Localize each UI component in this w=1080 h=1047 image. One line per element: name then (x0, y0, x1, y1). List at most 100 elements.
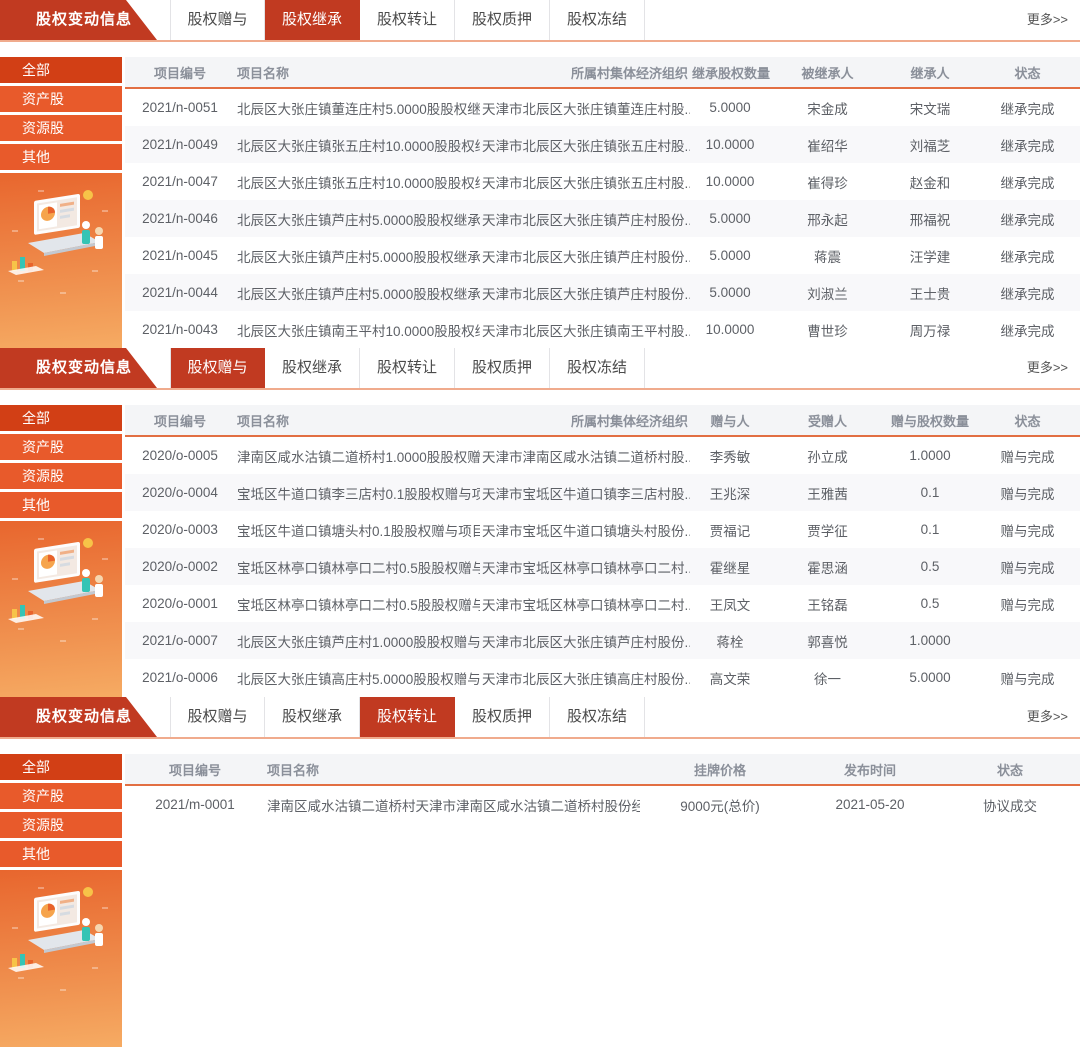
tab-股权转让[interactable]: 股权转让 (360, 348, 455, 388)
table-row[interactable]: 2021/n-0045北辰区大张庄镇芦庄村5.0000股股权继承...天津市北辰… (125, 237, 1080, 274)
table-row[interactable]: 2021/n-0046北辰区大张庄镇芦庄村5.0000股股权继承...天津市北辰… (125, 200, 1080, 237)
sidebar-item-资源股[interactable]: 资源股 (0, 463, 122, 489)
tab-股权冻结[interactable]: 股权冻结 (550, 0, 645, 40)
sidebar-item-资产股[interactable]: 资产股 (0, 86, 122, 112)
table-cell: 继承完成 (975, 126, 1080, 163)
table-row[interactable]: 2021/n-0049北辰区大张庄镇张五庄村10.0000股股权继...天津市北… (125, 126, 1080, 163)
sidebar-item-资产股[interactable]: 资产股 (0, 783, 122, 809)
table-cell: 赠与完成 (975, 436, 1080, 474)
section-body: 全部资产股资源股其他 (0, 390, 1080, 697)
table-cell: 天津市北辰区大张庄镇高庄村股份... (480, 659, 690, 696)
column-header-项目名称: 项目名称 (265, 754, 640, 785)
tab-股权质押[interactable]: 股权质押 (455, 348, 550, 388)
section-ribbon: 股权变动信息 (0, 348, 160, 388)
sidebar-item-其他[interactable]: 其他 (0, 144, 122, 170)
table-cell: 王凤文 (690, 585, 770, 622)
table-row[interactable]: 2020/o-0001宝坻区林亭口镇林亭口二村0.5股股权赠与...天津市宝坻区… (125, 585, 1080, 622)
table-cell: 天津市北辰区大张庄镇芦庄村股份... (480, 237, 690, 274)
sidebar-item-全部[interactable]: 全部 (0, 754, 122, 780)
tab-股权转让[interactable]: 股权转让 (360, 0, 455, 40)
table-row[interactable]: 2021/o-0006北辰区大张庄镇高庄村5.0000股股权赠与...天津市北辰… (125, 659, 1080, 696)
tab-股权转让[interactable]: 股权转让 (360, 697, 455, 737)
table-row[interactable]: 2021/n-0043北辰区大张庄镇南王平村10.0000股股权继...天津市北… (125, 311, 1080, 348)
tab-股权赠与[interactable]: 股权赠与 (170, 348, 265, 388)
sidebar-nav: 全部资产股资源股其他 (0, 754, 122, 870)
sidebar-item-全部[interactable]: 全部 (0, 405, 122, 431)
sidebar-item-资源股[interactable]: 资源股 (0, 115, 122, 141)
table-cell: 赠与完成 (975, 585, 1080, 622)
table-cell: 天津市宝坻区林亭口镇林亭口二村... (480, 548, 690, 585)
section-header: 股权变动信息 股权赠与股权继承股权转让股权质押股权冻结 更多>> (0, 348, 1080, 390)
table-row[interactable]: 2021/n-0044北辰区大张庄镇芦庄村5.0000股股权继承...天津市北辰… (125, 274, 1080, 311)
tab-股权冻结[interactable]: 股权冻结 (550, 348, 645, 388)
table-cell: 10.0000 (690, 311, 770, 348)
illustration-svg (0, 173, 122, 333)
table-cell: 10.0000 (690, 163, 770, 200)
table-cell: 协议成交 (940, 785, 1080, 823)
sidebar-item-其他[interactable]: 其他 (0, 492, 122, 518)
sidebar-item-其他[interactable]: 其他 (0, 841, 122, 867)
column-header-继承人: 继承人 (885, 57, 975, 88)
table-cell (975, 622, 1080, 659)
column-header-继承股权数量: 继承股权数量 (690, 57, 770, 88)
table-cell: 5.0000 (690, 200, 770, 237)
table-cell: 天津市北辰区大张庄镇张五庄村股... (480, 163, 690, 200)
column-header-被继承人: 被继承人 (770, 57, 885, 88)
table-cell: 0.5 (885, 548, 975, 585)
table-row[interactable]: 2021/o-0007北辰区大张庄镇芦庄村1.0000股股权赠与...天津市北辰… (125, 622, 1080, 659)
table-cell: 2021/n-0051 (125, 88, 235, 126)
table-cell: 10.0000 (690, 126, 770, 163)
table-row[interactable]: 2020/o-0003宝坻区牛道口镇塘头村0.1股股权赠与项目天津市宝坻区牛道口… (125, 511, 1080, 548)
section-equity-transfer: 股权变动信息 股权赠与股权继承股权转让股权质押股权冻结 更多>> 全部资产股资源… (0, 697, 1080, 1047)
equity-transfer-table: 项目编号项目名称挂牌价格发布时间状态2021/m-0001津南区咸水沽镇二道桥村… (125, 754, 1080, 823)
table-cell: 霍思涵 (770, 548, 885, 585)
table-row[interactable]: 2020/o-0002宝坻区林亭口镇林亭口二村0.5股股权赠与...天津市宝坻区… (125, 548, 1080, 585)
tab-bar: 股权赠与股权继承股权转让股权质押股权冻结 (170, 0, 1080, 40)
table-cell: 王雅茜 (770, 474, 885, 511)
table-cell: 天津市津南区咸水沽镇二道桥村股... (480, 436, 690, 474)
column-header-状态: 状态 (975, 405, 1080, 436)
table-cell: 刘福芝 (885, 126, 975, 163)
tab-股权继承[interactable]: 股权继承 (265, 697, 360, 737)
table-cell: 宝坻区牛道口镇塘头村0.1股股权赠与项目 (235, 511, 480, 548)
sidebar-item-全部[interactable]: 全部 (0, 57, 122, 83)
tab-股权赠与[interactable]: 股权赠与 (170, 0, 265, 40)
table-row[interactable]: 2020/o-0004宝坻区牛道口镇李三店村0.1股股权赠与项目天津市宝坻区牛道… (125, 474, 1080, 511)
table-cell: 继承完成 (975, 88, 1080, 126)
column-header-赠与股权数量: 赠与股权数量 (885, 405, 975, 436)
sidebar-item-资源股[interactable]: 资源股 (0, 812, 122, 838)
tab-股权质押[interactable]: 股权质押 (455, 697, 550, 737)
table-cell: 2021/n-0049 (125, 126, 235, 163)
tab-股权冻结[interactable]: 股权冻结 (550, 697, 645, 737)
tab-股权继承[interactable]: 股权继承 (265, 0, 360, 40)
tab-股权质押[interactable]: 股权质押 (455, 0, 550, 40)
table-cell: 继承完成 (975, 274, 1080, 311)
table-cell: 5.0000 (690, 274, 770, 311)
sidebar-nav: 全部资产股资源股其他 (0, 57, 122, 173)
table-row[interactable]: 2021/n-0051北辰区大张庄镇董连庄村5.0000股股权继...天津市北辰… (125, 88, 1080, 126)
table-cell: 继承完成 (975, 163, 1080, 200)
table-cell: 2021-05-20 (800, 785, 940, 823)
table-row[interactable]: 2020/o-0005津南区咸水沽镇二道桥村1.0000股股权赠...天津市津南… (125, 436, 1080, 474)
more-link[interactable]: 更多>> (1027, 348, 1068, 388)
table-cell: 北辰区大张庄镇芦庄村5.0000股股权继承... (235, 274, 480, 311)
table-cell: 0.1 (885, 474, 975, 511)
section-body: 全部资产股资源股其他 (0, 42, 1080, 348)
sidebar-item-资产股[interactable]: 资产股 (0, 434, 122, 460)
table-cell: 宋金成 (770, 88, 885, 126)
tab-股权赠与[interactable]: 股权赠与 (170, 697, 265, 737)
section-body: 全部资产股资源股其他 (0, 739, 1080, 1047)
table-cell: 2020/o-0005 (125, 436, 235, 474)
table-row[interactable]: 2021/m-0001津南区咸水沽镇二道桥村天津市津南区咸水沽镇二道桥村股份经.… (125, 785, 1080, 823)
more-link[interactable]: 更多>> (1027, 697, 1068, 737)
section-ribbon: 股权变动信息 (0, 0, 160, 40)
more-link[interactable]: 更多>> (1027, 0, 1068, 40)
table-cell: 王铭磊 (770, 585, 885, 622)
table-cell: 天津市北辰区大张庄镇芦庄村股份... (480, 200, 690, 237)
table-row[interactable]: 2021/n-0047北辰区大张庄镇张五庄村10.0000股股权继...天津市北… (125, 163, 1080, 200)
tab-bar: 股权赠与股权继承股权转让股权质押股权冻结 (170, 348, 1080, 388)
table-cell: 北辰区大张庄镇董连庄村5.0000股股权继... (235, 88, 480, 126)
tab-股权继承[interactable]: 股权继承 (265, 348, 360, 388)
column-header-状态: 状态 (940, 754, 1080, 785)
table-cell: 2021/n-0047 (125, 163, 235, 200)
